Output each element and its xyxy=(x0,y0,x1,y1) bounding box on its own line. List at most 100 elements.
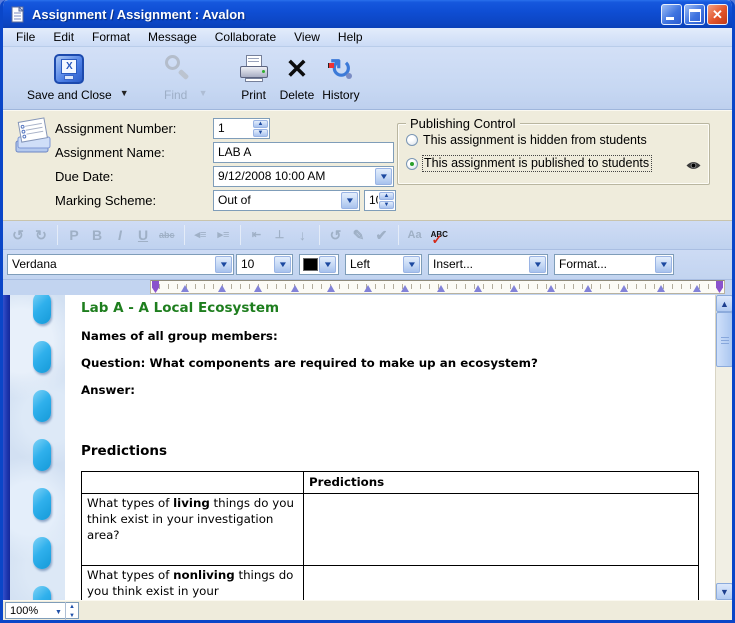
maximize-button[interactable] xyxy=(684,4,705,25)
tab-stop-marker-icon[interactable] xyxy=(401,285,409,292)
paragraph-answer: Answer: xyxy=(81,383,709,397)
radio-selected-icon[interactable] xyxy=(406,158,418,170)
tab-stop-marker-icon[interactable] xyxy=(547,285,555,292)
accept-icon: ✔ xyxy=(375,226,389,244)
dropdown-arrow-icon[interactable] xyxy=(529,256,546,273)
scrollbar-thumb[interactable] xyxy=(716,312,732,367)
tab-stop-marker-icon[interactable] xyxy=(584,285,592,292)
dropdown-arrow-icon[interactable] xyxy=(655,256,672,273)
close-button[interactable] xyxy=(707,4,728,25)
spin-down-icon[interactable] xyxy=(253,129,268,137)
save-and-close-button[interactable]: X Save and Close xyxy=(27,51,112,102)
eye-icon xyxy=(686,161,701,170)
tab-stop-marker-icon[interactable] xyxy=(254,285,262,292)
table-row: What types of nonliving things do you th… xyxy=(82,565,699,600)
tab-stop-marker-icon[interactable] xyxy=(693,285,701,292)
menu-file[interactable]: File xyxy=(7,29,44,46)
spin-down-icon[interactable] xyxy=(379,201,394,209)
print-button[interactable]: Print xyxy=(238,51,270,102)
table-header-empty-cell[interactable] xyxy=(82,472,304,494)
dropdown-arrow-icon[interactable] xyxy=(274,256,291,273)
answer-cell-empty[interactable] xyxy=(304,493,699,565)
spellcheck-icon[interactable]: ABC✓ xyxy=(431,226,448,244)
redo-icon: ↻ xyxy=(34,226,48,244)
window-title: Assignment / Assignment : Avalon xyxy=(32,7,661,22)
italic-icon: I xyxy=(113,226,127,244)
font-color-combobox[interactable] xyxy=(299,254,339,275)
menu-format[interactable]: Format xyxy=(83,29,139,46)
tab-stop-marker-icon[interactable] xyxy=(181,285,189,292)
tab-stop-marker-icon[interactable] xyxy=(218,285,226,292)
spiral-binding-icon xyxy=(33,488,51,520)
dropdown-arrow-icon[interactable] xyxy=(319,256,336,273)
menu-edit[interactable]: Edit xyxy=(44,29,83,46)
font-toolbar: Verdana 10 Left Insert... Format... xyxy=(3,250,732,280)
radio-icon[interactable] xyxy=(406,134,418,146)
answer-cell-empty[interactable] xyxy=(304,565,699,600)
menu-view[interactable]: View xyxy=(285,29,329,46)
dropdown-arrow-icon[interactable] xyxy=(403,256,420,273)
paragraph-group-members: Names of all group members: xyxy=(81,329,709,343)
dropdown-arrow-icon[interactable] xyxy=(341,192,358,209)
insert-combobox[interactable]: Insert... xyxy=(428,254,548,275)
alignment-combobox[interactable]: Left xyxy=(345,254,422,275)
radio-hidden-from-students[interactable]: This assignment is hidden from students xyxy=(406,133,647,147)
tab-stop-marker-icon[interactable] xyxy=(620,285,628,292)
radio-published-to-students[interactable]: This assignment is published to students xyxy=(406,156,651,171)
tab-stop-marker-icon[interactable] xyxy=(291,285,299,292)
history-button[interactable]: ↻ History xyxy=(322,51,359,102)
zoom-dropdown-icon[interactable] xyxy=(52,605,65,617)
paragraph-question: Question: What components are required t… xyxy=(81,356,709,370)
tab-stop-marker-icon[interactable] xyxy=(327,285,335,292)
toolbar-divider xyxy=(240,225,241,245)
ruler-strip xyxy=(150,280,725,294)
due-date-combobox[interactable]: 9/12/2008 10:00 AM xyxy=(213,166,394,187)
dropdown-arrow-icon[interactable] xyxy=(215,256,232,273)
assignment-name-label: Assignment Name: xyxy=(55,145,165,160)
left-indent-marker[interactable] xyxy=(152,281,159,293)
vertical-scrollbar[interactable]: ▲ ▼ xyxy=(715,295,732,600)
history-icon: ↻ xyxy=(326,54,356,84)
font-size-combobox[interactable]: 10 xyxy=(236,254,293,275)
scroll-up-icon[interactable]: ▲ xyxy=(716,295,732,312)
menu-message[interactable]: Message xyxy=(139,29,206,46)
print-icon xyxy=(238,54,270,84)
tab-stop-marker-icon[interactable] xyxy=(510,285,518,292)
question-living-cell[interactable]: What types of living things do you think… xyxy=(82,493,304,565)
marking-points-spinner[interactable]: 10 xyxy=(364,190,396,211)
plain-text-icon: P xyxy=(67,226,81,244)
right-indent-marker[interactable] xyxy=(716,281,723,293)
tab-stop-marker-icon[interactable] xyxy=(364,285,372,292)
tab-stop-marker-icon[interactable] xyxy=(437,285,445,292)
marking-scheme-combobox[interactable]: Out of xyxy=(213,190,360,211)
scroll-down-icon[interactable]: ▼ xyxy=(716,583,732,600)
menu-bar: File Edit Format Message Collaborate Vie… xyxy=(3,28,732,47)
format-combobox[interactable]: Format... xyxy=(554,254,674,275)
bold-icon: B xyxy=(90,226,104,244)
zoom-control[interactable]: 100% xyxy=(5,602,79,619)
delete-button[interactable]: ✕ Delete xyxy=(280,51,315,102)
spin-up-icon[interactable] xyxy=(253,120,268,128)
arrow-down-icon: ↓ xyxy=(296,226,310,244)
notebook-spine xyxy=(3,295,10,600)
dropdown-arrow-icon[interactable] xyxy=(375,168,392,185)
publishing-control-group: Publishing Control This assignment is hi… xyxy=(397,123,710,185)
assignment-number-spinner[interactable]: 1 xyxy=(213,118,270,139)
minimize-button[interactable] xyxy=(661,4,682,25)
assignment-name-input[interactable]: LAB A xyxy=(213,142,394,163)
spin-up-icon[interactable] xyxy=(379,192,394,200)
zoom-spinner[interactable] xyxy=(65,602,78,620)
save-dropdown-arrow-icon[interactable]: ▼ xyxy=(120,88,129,98)
font-family-combobox[interactable]: Verdana xyxy=(7,254,234,275)
question-nonliving-cell[interactable]: What types of nonliving things do you th… xyxy=(82,565,304,600)
color-swatch xyxy=(303,258,318,271)
tab-stop-marker-icon[interactable] xyxy=(474,285,482,292)
menu-help[interactable]: Help xyxy=(329,29,372,46)
undo-icon: ↺ xyxy=(11,226,25,244)
tab-stop-marker-icon[interactable] xyxy=(657,285,665,292)
due-date-label: Due Date: xyxy=(55,169,114,184)
assignment-number-label: Assignment Number: xyxy=(55,121,176,136)
pen-icon: ✎ xyxy=(352,226,366,244)
menu-collaborate[interactable]: Collaborate xyxy=(206,29,285,46)
document-content[interactable]: Lab A - A Local Ecosystem Names of all g… xyxy=(65,295,715,600)
